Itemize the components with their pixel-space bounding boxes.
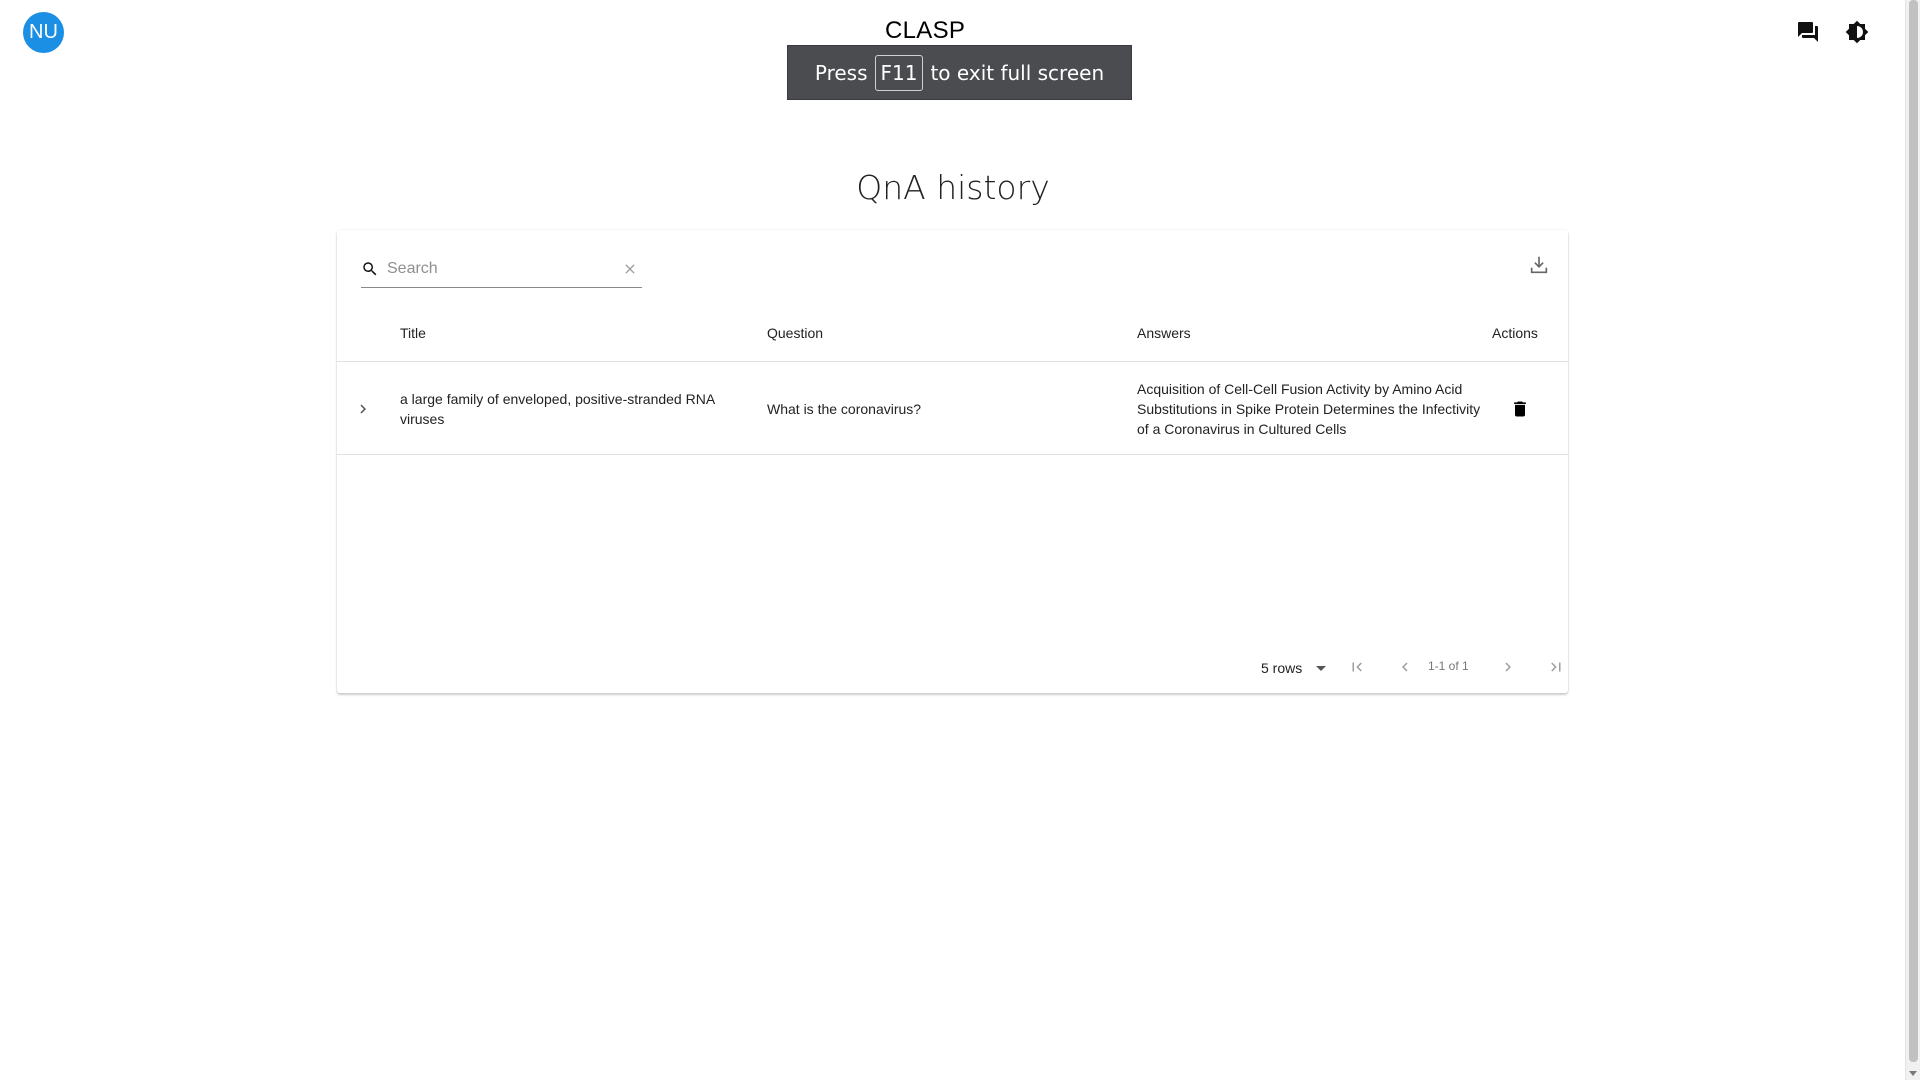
delete-trash-icon[interactable] (1508, 397, 1532, 421)
scroll-down-arrow-icon[interactable] (1909, 1071, 1917, 1076)
column-header-title[interactable]: Title (400, 325, 426, 341)
brightness-toggle-icon[interactable] (1841, 16, 1873, 48)
page: NU CLASP Press F11 to exit full screen Q… (0, 0, 1920, 1080)
caret-down-icon (1316, 665, 1327, 671)
page-title: QnA history (856, 168, 1050, 207)
cell-answers: Acquisition of Cell-Cell Fusion Activity… (1137, 381, 1481, 437)
last-page-icon[interactable] (1543, 654, 1569, 680)
chat-icon[interactable] (1792, 16, 1824, 48)
page-scrollbar[interactable] (1905, 0, 1920, 1080)
fullscreen-exit-toast: Press F11 to exit full screen (787, 45, 1132, 100)
qna-history-table: Title Question Answers Actions a large f… (337, 230, 1568, 693)
pagination-range: 1-1 of 1 (1428, 659, 1469, 673)
toast-prefix: Press (814, 60, 868, 85)
cell-question: What is the coronavirus? (767, 401, 922, 417)
search-input[interactable] (387, 253, 618, 284)
rows-per-page-select[interactable]: 5 rows (1261, 656, 1327, 680)
app-title: CLASP (885, 17, 966, 44)
clear-search-icon[interactable] (618, 261, 642, 277)
user-avatar[interactable]: NU (23, 12, 64, 53)
cell-title: a large family of enveloped, positive-st… (400, 391, 715, 427)
next-page-icon[interactable] (1495, 654, 1521, 680)
download-icon[interactable] (1524, 250, 1554, 280)
column-header-question[interactable]: Question (767, 325, 823, 341)
search-icon (361, 260, 387, 278)
expand-row-chevron-right-icon[interactable] (350, 396, 376, 422)
toast-suffix: to exit full screen (930, 60, 1105, 85)
scrollbar-thumb[interactable] (1909, 0, 1918, 1062)
table-row: a large family of enveloped, positive-st… (337, 363, 1568, 455)
column-header-answers[interactable]: Answers (1137, 325, 1191, 341)
first-page-icon[interactable] (1344, 654, 1370, 680)
toast-key: F11 (874, 54, 924, 91)
search-field (361, 250, 642, 288)
previous-page-icon[interactable] (1392, 654, 1418, 680)
table-header: Title Question Answers Actions (337, 302, 1568, 362)
rows-per-page-value: 5 rows (1261, 660, 1303, 676)
column-header-actions: Actions (1492, 325, 1538, 341)
